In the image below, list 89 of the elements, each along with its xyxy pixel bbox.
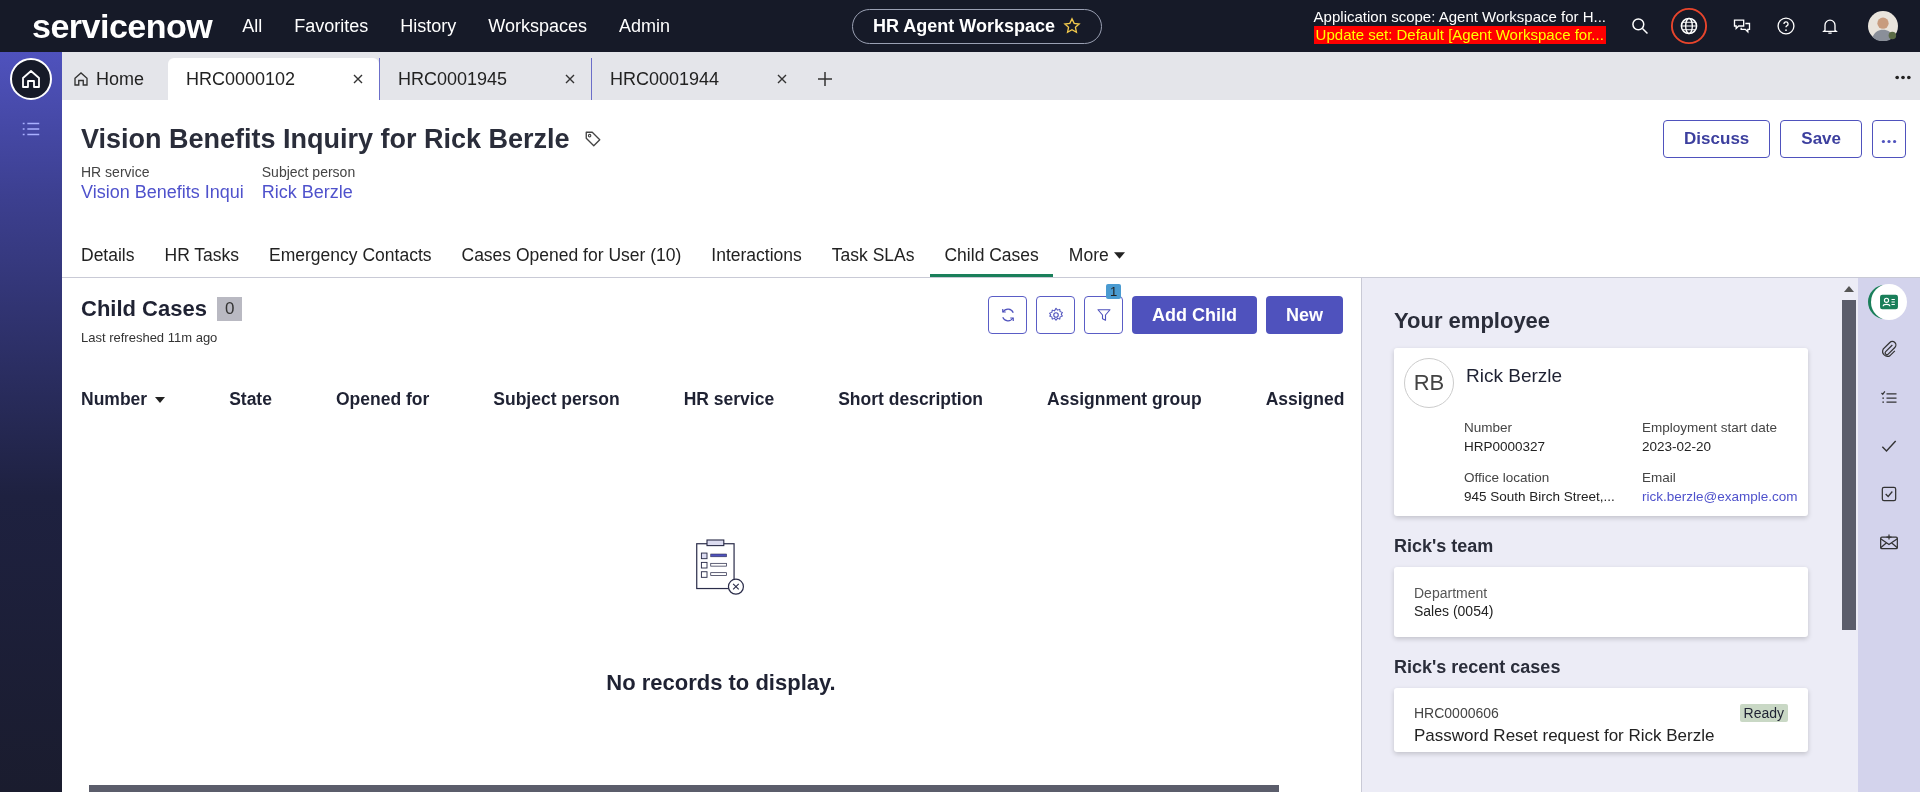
record-tab[interactable]: Task SLAs	[831, 239, 915, 277]
field-value: Sales (0054)	[1414, 603, 1495, 619]
settings-button[interactable]	[1036, 296, 1075, 334]
paperclip-icon	[1879, 340, 1899, 360]
column-header[interactable]: Short description	[838, 389, 984, 410]
close-icon[interactable]	[776, 73, 788, 85]
nav-menu-item[interactable]: Workspaces	[488, 15, 587, 37]
search-icon[interactable]	[1630, 16, 1650, 36]
field-link[interactable]: Rick Berzle	[261, 182, 356, 203]
field-value: HRP0000327	[1464, 439, 1547, 454]
column-header[interactable]: Subject person	[493, 389, 620, 410]
field-value: 2023-02-20	[1642, 439, 1713, 454]
field-label: Number	[1464, 420, 1513, 435]
more-icon	[1881, 139, 1897, 144]
primary-button[interactable]: New	[1266, 296, 1343, 334]
field-link[interactable]: Vision Benefits Inqui	[81, 182, 244, 203]
nav-menu-item[interactable]: Admin	[619, 15, 670, 37]
avatar-initials: RB	[1404, 358, 1454, 408]
case-number: HRC0000606	[1414, 705, 1499, 721]
field-label: Employment start date	[1642, 420, 1779, 435]
field-label: Email	[1642, 470, 1677, 485]
home-tab[interactable]: Home	[62, 58, 168, 100]
action-button[interactable]: Discuss	[1663, 120, 1771, 158]
vertical-scrollbar[interactable]	[1842, 300, 1856, 630]
field-label: Department	[1414, 585, 1489, 601]
filter-count-badge: 1	[1106, 284, 1122, 299]
record-tab[interactable]: HR Tasks	[164, 239, 240, 277]
column-header[interactable]: Assignment group	[1047, 389, 1202, 410]
last-refreshed: Last refreshed 11m ago	[81, 330, 219, 345]
employee-name: Rick Berzle	[1466, 365, 1563, 387]
add-tab-icon[interactable]	[817, 71, 833, 87]
state-badge: Ready	[1739, 704, 1788, 722]
nav-menu-item[interactable]: Favorites	[294, 15, 369, 37]
primary-button[interactable]: Add Child	[1132, 296, 1257, 334]
more-menu[interactable]: More	[1068, 239, 1125, 277]
refresh-button[interactable]	[988, 296, 1027, 334]
side-tool[interactable]	[1871, 284, 1907, 320]
home-button[interactable]	[10, 58, 52, 100]
email-link[interactable]: rick.berzle@example.com	[1642, 489, 1798, 504]
column-header[interactable]: State	[229, 389, 272, 410]
section-heading: Rick's recent cases	[1394, 657, 1562, 678]
record-count: 0	[216, 297, 243, 321]
field-label: HR service	[81, 164, 151, 180]
field-label: Office location	[1464, 470, 1551, 485]
sort-caret-icon[interactable]	[155, 396, 166, 403]
case-title: Password Reset request for Rick Berzle	[1414, 726, 1716, 746]
more-actions-button[interactable]	[1872, 120, 1906, 158]
home-icon	[19, 67, 43, 91]
update-set: Update set: Default [Agent Workspace for...	[1313, 26, 1606, 44]
envelope-icon	[1879, 532, 1899, 552]
user-avatar[interactable]	[1868, 11, 1898, 41]
column-header[interactable]: Opened for	[335, 389, 430, 410]
field-label: Subject person	[261, 164, 356, 180]
column-header[interactable]: Assigned	[1265, 389, 1345, 410]
application-scope: Application scope: Agent Workspace for H...	[1313, 8, 1606, 26]
nav-menu-item[interactable]: History	[400, 15, 457, 37]
help-icon[interactable]	[1776, 16, 1796, 36]
column-header[interactable]: HR service	[683, 389, 775, 410]
nav-menu-item[interactable]: All	[242, 15, 263, 37]
checkbox-icon	[1879, 484, 1899, 504]
record-tab[interactable]: Cases Opened for User (10)	[461, 239, 682, 277]
settings-icon	[1046, 306, 1065, 324]
case-card[interactable]: HRC0000606 Ready Password Reset request for Rick Berzle	[1394, 688, 1808, 752]
globe-icon[interactable]	[1670, 7, 1708, 45]
close-icon[interactable]	[352, 73, 364, 85]
record-tab[interactable]: Interactions	[711, 239, 802, 277]
record-tab[interactable]: Emergency Contacts	[269, 239, 432, 277]
section-heading: Rick's team	[1394, 536, 1495, 557]
tag-icon[interactable]	[583, 130, 602, 148]
brand-logo[interactable]: servicenow	[32, 6, 213, 46]
section-heading: Your employee	[1394, 308, 1552, 334]
action-button[interactable]: Save	[1780, 120, 1862, 158]
more-icon[interactable]	[1894, 75, 1912, 80]
horizontal-scrollbar[interactable]	[89, 785, 1279, 792]
empty-message: No records to display.	[606, 670, 836, 696]
scroll-up-icon[interactable]	[1844, 286, 1854, 292]
home-icon	[72, 70, 90, 88]
list-title: Child Cases	[81, 296, 207, 322]
record-title: Vision Benefits Inquiry for Rick Berzle	[81, 123, 570, 155]
record-tab[interactable]: Details	[81, 239, 135, 277]
column-header[interactable]: Number	[81, 389, 166, 410]
record-tab[interactable]: HRC0000102	[168, 58, 379, 100]
star-icon	[1063, 17, 1082, 35]
filter-button[interactable]	[1084, 296, 1123, 334]
field-value: 945 South Birch Street,...	[1464, 489, 1616, 504]
close-icon[interactable]	[564, 73, 576, 85]
filter-icon	[1094, 306, 1113, 324]
caret-icon	[1113, 252, 1125, 259]
contact-card-icon	[1879, 292, 1899, 312]
